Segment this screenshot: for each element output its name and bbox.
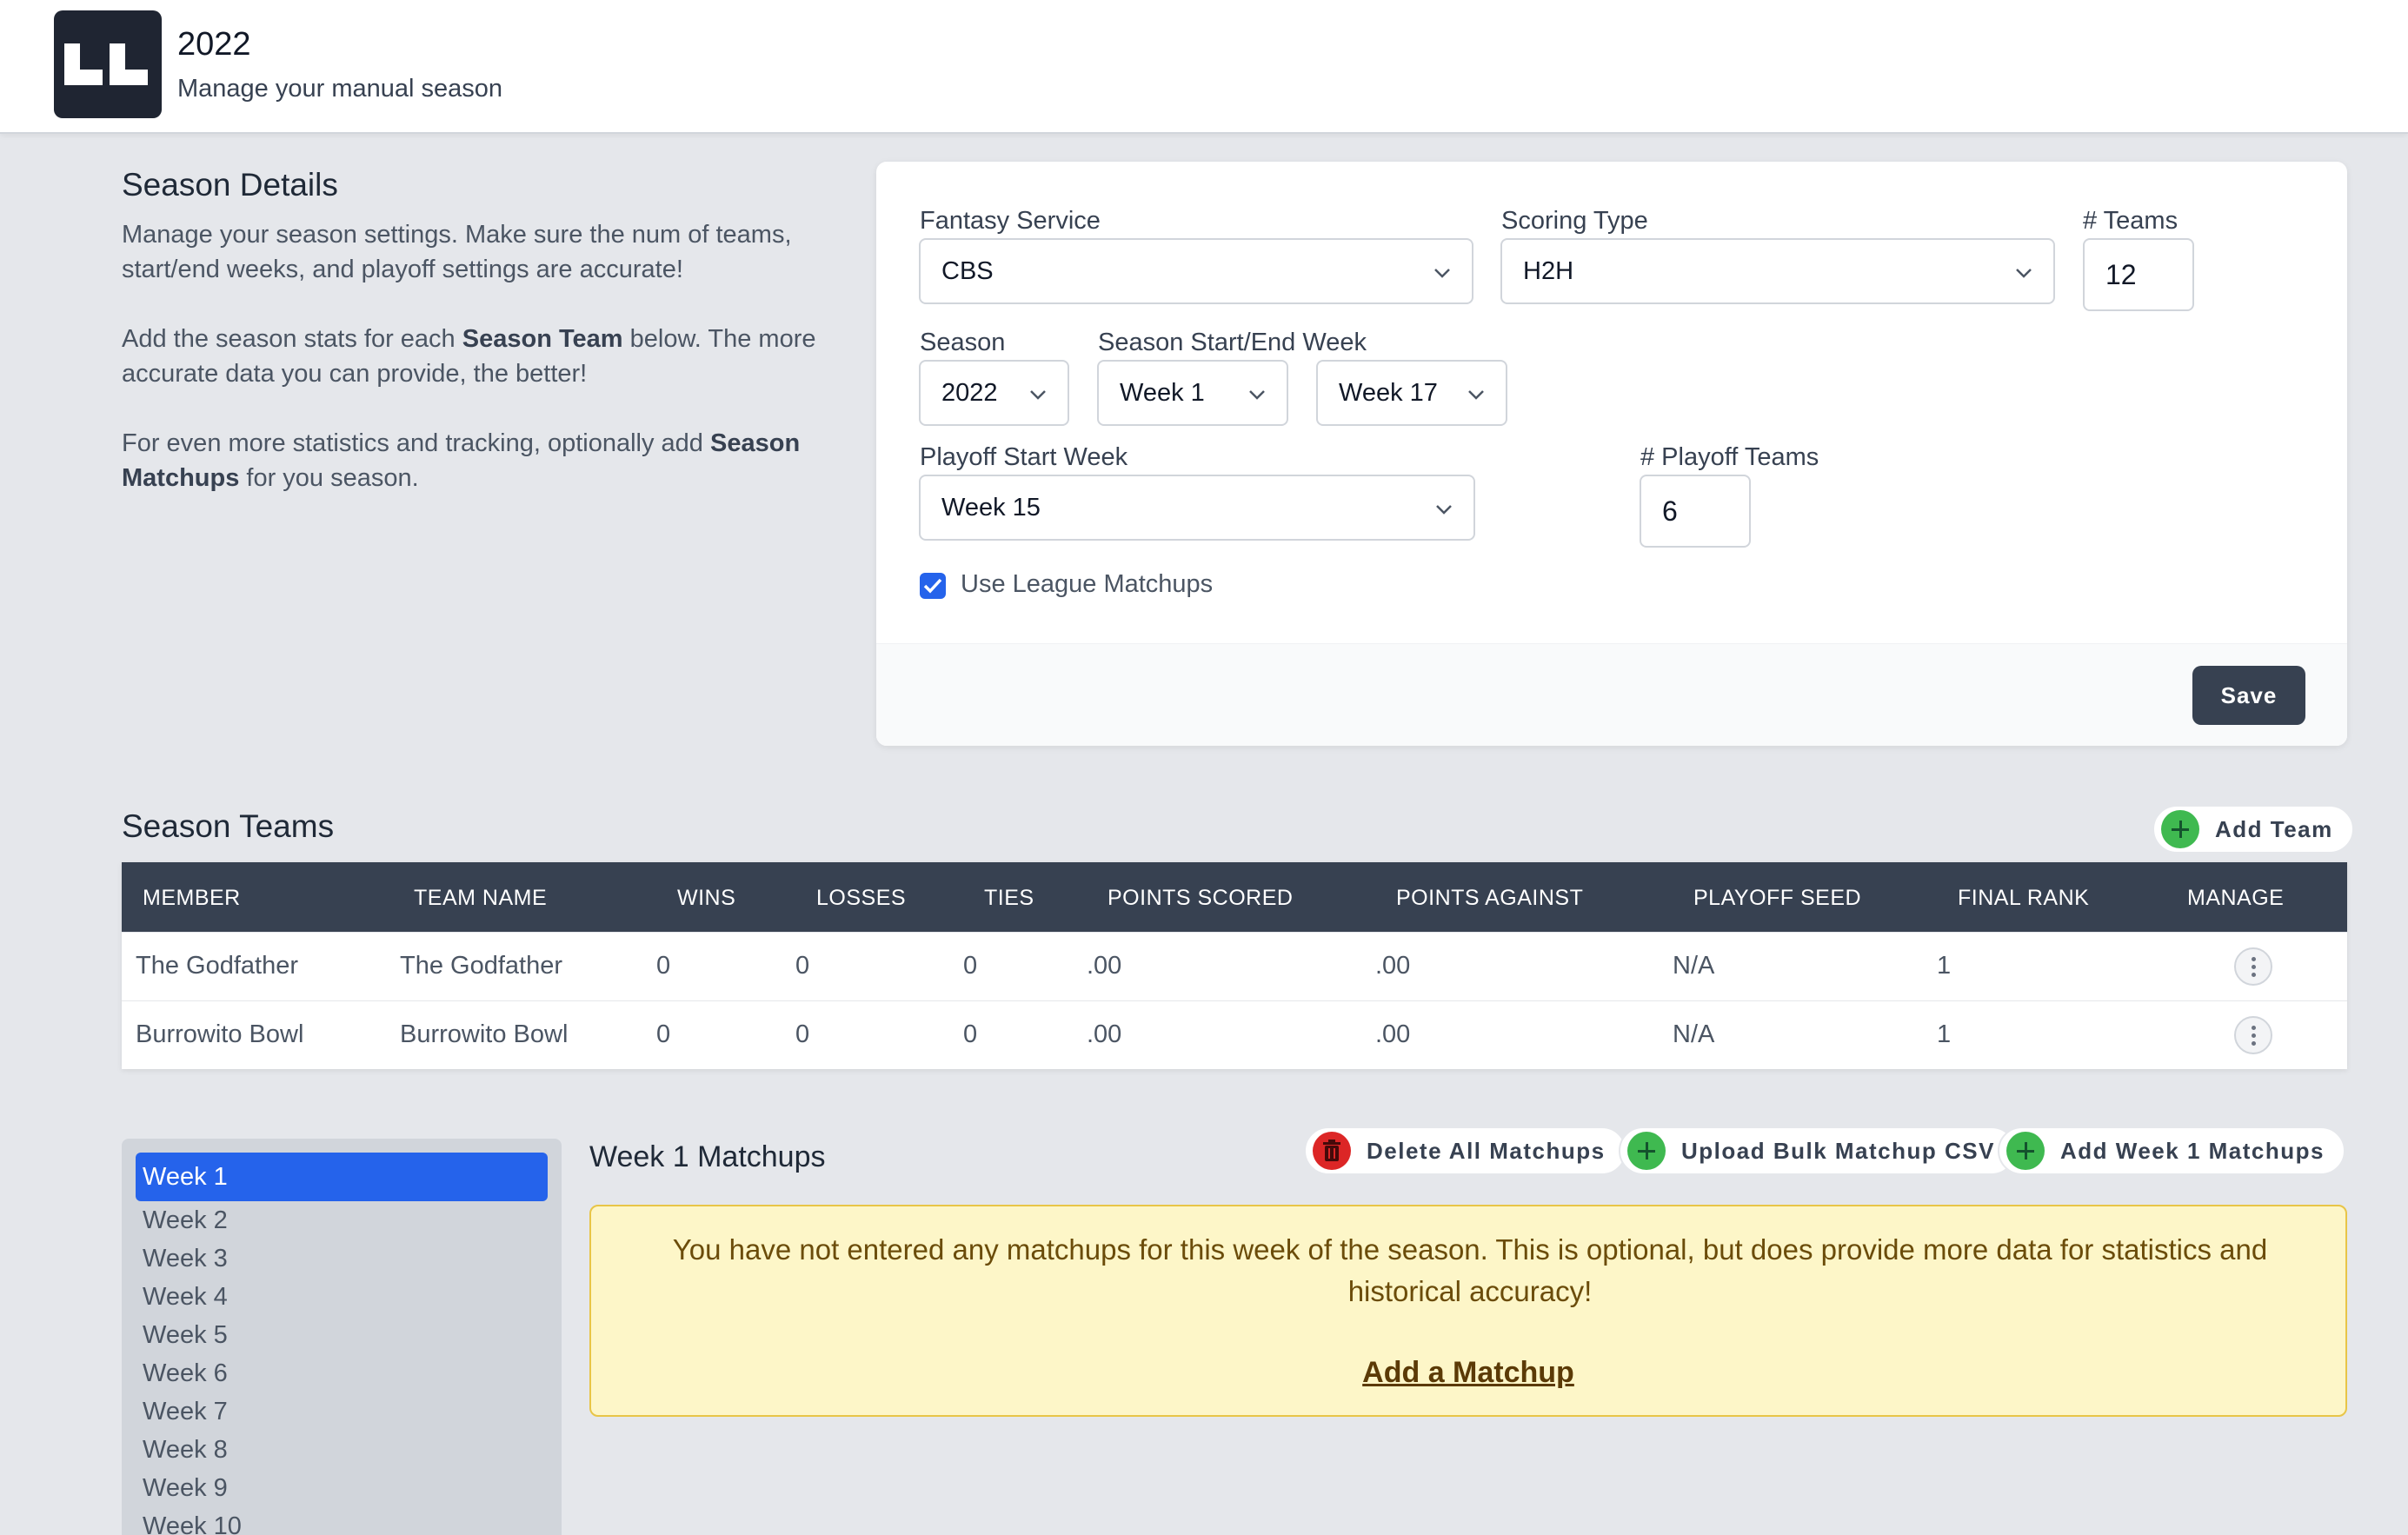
chevron-down-icon [1249,390,1265,400]
season-details-desc-2: Add the season stats for each Season Tea… [122,325,816,388]
playoff-start-select[interactable]: Week 15 [919,475,1475,541]
season-teams-table: MEMBER TEAM NAME WINS LOSSES TIES POINTS… [122,862,2347,1069]
cell-ties: 0 [963,1020,978,1048]
scoring-type-select[interactable]: H2H [1500,238,2055,304]
add-team-button[interactable]: Add Team [2152,805,2354,854]
cell-wins: 0 [656,1020,671,1048]
num-teams-label: # Teams [2083,207,2179,235]
cell-points-scored: .00 [1087,1020,1122,1048]
col-manage: MANAGE [2187,886,2285,910]
check-icon [923,578,942,594]
chevron-down-icon [1030,390,1046,400]
playoff-start-value: Week 15 [941,493,1041,522]
fantasy-service-select[interactable]: CBS [919,238,1473,304]
week-item-4[interactable]: Week 4 [143,1283,228,1312]
col-ties[interactable]: TIES [984,886,1034,911]
no-matchups-alert: You have not entered any matchups for th… [589,1205,2347,1417]
end-week-value: Week 17 [1339,378,1438,407]
start-week-select[interactable]: Week 1 [1097,360,1288,426]
season-label: Season [920,329,1006,356]
cell-final-rank: 1 [1937,1020,1952,1048]
cell-member: Burrowito Bowl [136,1020,304,1048]
cell-playoff-seed: N/A [1673,1020,1715,1048]
chevron-down-icon [2016,269,2032,278]
use-league-matchups-checkbox[interactable] [920,573,946,599]
scoring-type-label: Scoring Type [1501,207,1648,235]
use-league-matchups-label[interactable]: Use League Matchups [961,570,1213,599]
col-wins[interactable]: WINS [677,886,735,911]
num-teams-input[interactable]: 12 [2083,238,2194,311]
card-footer [876,643,2347,746]
season-value: 2022 [941,378,998,407]
col-points-against[interactable]: POINTS AGAINST [1396,886,1583,911]
table-header: MEMBER TEAM NAME WINS LOSSES TIES POINTS… [122,862,2347,932]
cell-final-rank: 1 [1937,952,1952,980]
chevron-down-icon [1434,269,1450,278]
app-logo[interactable] [54,10,162,118]
plus-icon [2006,1132,2045,1170]
add-matchup-link[interactable]: Add a Matchup [591,1356,2345,1390]
cell-playoff-seed: N/A [1673,952,1715,980]
season-teams-title: Season Teams [122,808,335,844]
start-week-value: Week 1 [1120,378,1205,407]
logo-mark-icon [64,43,148,85]
col-points-scored[interactable]: POINTS SCORED [1108,886,1293,911]
alert-message: You have not entered any matchups for th… [672,1233,2268,1307]
upload-bulk-matchup-csv-button[interactable]: Upload Bulk Matchup CSV [1619,1126,2016,1175]
cell-team-name: The Godfather [400,952,562,980]
delete-all-matchups-button[interactable]: Delete All Matchups [1304,1126,1626,1175]
save-button[interactable]: Save [2192,666,2305,725]
page-subtitle: Manage your manual season [177,75,503,103]
table-row: Burrowito Bowl Burrowito Bowl 0 0 0 .00 … [122,1000,2347,1069]
cell-member: The Godfather [136,952,298,980]
week-item-2[interactable]: Week 2 [143,1206,228,1235]
row-manage-button[interactable] [2234,1016,2272,1054]
week-item-5[interactable]: Week 5 [143,1321,228,1350]
scoring-type-value: H2H [1523,256,1574,285]
week-item-1[interactable]: Week 1 [136,1153,548,1201]
cell-points-against: .00 [1375,952,1411,980]
col-playoff-seed[interactable]: PLAYOFF SEED [1693,886,1861,911]
page-title: 2022 [177,26,251,63]
col-final-rank[interactable]: FINAL RANK [1958,886,2089,911]
plus-icon [2161,810,2199,848]
cell-losses: 0 [795,1020,810,1048]
week-item-7[interactable]: Week 7 [143,1398,228,1426]
cell-wins: 0 [656,952,671,980]
fantasy-service-label: Fantasy Service [920,207,1101,235]
table-row: The Godfather The Godfather 0 0 0 .00 .0… [122,932,2347,1000]
chevron-down-icon [1468,390,1484,400]
cell-ties: 0 [963,952,978,980]
plus-icon [1627,1132,1666,1170]
week-item-9[interactable]: Week 9 [143,1474,228,1503]
cell-points-scored: .00 [1087,952,1122,980]
cell-losses: 0 [795,952,810,980]
playoff-teams-input[interactable]: 6 [1640,475,1751,548]
cell-team-name: Burrowito Bowl [400,1020,569,1048]
add-week-matchups-button[interactable]: Add Week 1 Matchups [1998,1126,2345,1175]
season-details-desc-3: For even more statistics and tracking, o… [122,429,801,492]
trash-icon [1313,1132,1351,1170]
col-member[interactable]: MEMBER [143,886,241,911]
week-matchups-title: Week 1 Matchups [589,1140,826,1173]
week-item-10[interactable]: Week 10 [143,1512,242,1535]
season-select[interactable]: 2022 [919,360,1069,426]
playoff-start-label: Playoff Start Week [920,443,1128,471]
row-manage-button[interactable] [2234,947,2272,986]
end-week-select[interactable]: Week 17 [1316,360,1507,426]
col-team-name[interactable]: TEAM NAME [414,886,547,911]
app-header: 2022 Manage your manual season [0,0,2408,134]
week-item-6[interactable]: Week 6 [143,1359,228,1388]
fantasy-service-value: CBS [941,256,994,285]
chevron-down-icon [1436,505,1452,515]
cell-points-against: .00 [1375,1020,1411,1048]
season-details-title: Season Details [122,167,338,203]
season-start-end-label: Season Start/End Week [1098,329,1367,356]
week-item-8[interactable]: Week 8 [143,1436,228,1465]
col-losses[interactable]: LOSSES [816,886,906,911]
week-item-3[interactable]: Week 3 [143,1245,228,1273]
season-details-desc-1: Manage your season settings. Make sure t… [122,221,792,283]
playoff-teams-label: # Playoff Teams [1640,443,1819,471]
weeks-list: Week 1 Week 2 Week 3 Week 4 Week 5 Week … [122,1139,562,1535]
